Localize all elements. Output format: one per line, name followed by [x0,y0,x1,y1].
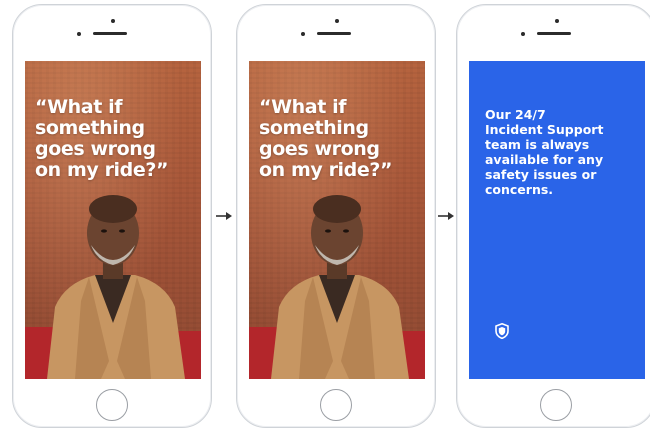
message-line: safety issues or [485,167,597,182]
support-message: Our 24/7 Incident Support team is always… [485,107,635,197]
speaker-slot [537,32,571,35]
message-line: available for any [485,152,604,167]
phone-frame-2: “What if something goes wrong on my ride… [236,4,436,428]
message-line: team is always [485,137,590,152]
camera-dot [335,19,339,23]
message-line: Our 24/7 [485,107,546,122]
quote-line: goes wrong [35,138,156,160]
camera-dot [555,19,559,23]
arrow-right-icon [216,212,232,220]
speaker-slot [317,32,351,35]
phone-frame-3: Our 24/7 Incident Support team is always… [456,4,650,428]
sensor-dot [77,32,81,36]
quote-line: on my ride?” [35,159,169,181]
message-line: concerns. [485,182,554,197]
photo-screen-1: “What if something goes wrong on my ride… [25,61,201,379]
quote-line: goes wrong [259,138,380,160]
camera-dot [111,19,115,23]
quote-text: “What if something goes wrong on my ride… [35,97,195,181]
sensor-dot [521,32,525,36]
quote-line: “What if [259,96,347,118]
quote-line: something [259,117,369,139]
home-button[interactable] [540,389,572,421]
home-button[interactable] [96,389,128,421]
shield-icon[interactable] [495,323,509,339]
quote-line: something [35,117,145,139]
quote-line: “What if [35,96,123,118]
phone-frame-1: “What if something goes wrong on my ride… [12,4,212,428]
message-line: Incident Support [485,122,604,137]
support-screen: Our 24/7 Incident Support team is always… [469,61,645,379]
quote-line: on my ride?” [259,159,393,181]
arrow-right-icon [438,212,454,220]
home-button[interactable] [320,389,352,421]
photo-screen-2: “What if something goes wrong on my ride… [249,61,425,379]
quote-text: “What if something goes wrong on my ride… [259,97,419,181]
sensor-dot [301,32,305,36]
storyboard: “What if something goes wrong on my ride… [0,0,650,435]
speaker-slot [93,32,127,35]
